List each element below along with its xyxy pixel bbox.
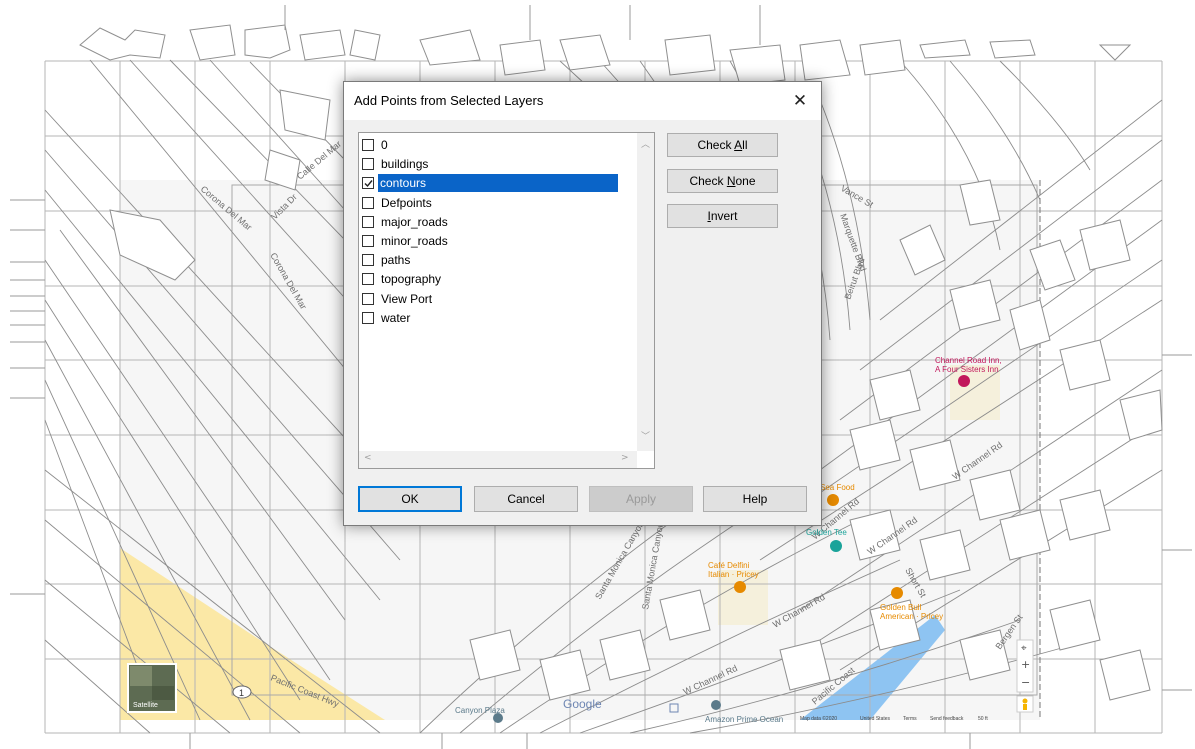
- map-zoom-controls[interactable]: ⌖ + −: [1016, 639, 1034, 713]
- add-points-dialog: Add Points from Selected Layers ✕ 0 build…: [343, 81, 822, 526]
- scroll-left-icon[interactable]: <: [364, 453, 372, 463]
- poi-name: Golden Bull: [880, 603, 922, 612]
- layer-name: buildings: [381, 157, 429, 172]
- pegman-icon[interactable]: [1022, 698, 1028, 704]
- dialog-title: Add Points from Selected Layers: [354, 93, 544, 108]
- layer-name: contours: [378, 174, 618, 193]
- svg-text:Send feedback: Send feedback: [930, 716, 964, 722]
- layer-name: Defpoints: [381, 195, 432, 210]
- svg-text:50 ft: 50 ft: [978, 716, 988, 722]
- layer-item[interactable]: paths: [362, 251, 632, 269]
- layer-checkbox[interactable]: [362, 235, 374, 247]
- layer-item[interactable]: buildings: [362, 155, 632, 173]
- layer-checkbox[interactable]: [362, 311, 374, 324]
- layer-checkbox[interactable]: [362, 158, 374, 171]
- check-none-button[interactable]: Check None: [667, 169, 778, 193]
- poi-name: Sea Food: [820, 483, 855, 492]
- poi-subtitle: American · Pricey: [880, 612, 943, 621]
- layer-item[interactable]: 0: [362, 136, 632, 154]
- restaurant-pin-icon: [734, 581, 746, 593]
- store-pin-icon: [830, 540, 842, 552]
- zoom-in-button[interactable]: +: [1021, 658, 1030, 671]
- layer-checkbox[interactable]: [362, 273, 374, 286]
- zoom-out-button[interactable]: −: [1021, 676, 1030, 689]
- layer-item[interactable]: water: [362, 309, 632, 327]
- place-pin-icon: [711, 700, 721, 710]
- layer-item[interactable]: minor_roads: [362, 232, 632, 250]
- poi-subtitle: Italian · Pricey: [708, 570, 759, 579]
- route-1-shield: 1: [232, 685, 252, 699]
- bed-pin-icon: [958, 375, 970, 387]
- poi-name: Amazon Prime Ocean: [705, 715, 783, 724]
- compass-icon: ⌖: [1021, 643, 1027, 654]
- restaurant-pin-icon: [827, 494, 839, 506]
- street-label: Calle Del Mar: [295, 139, 343, 182]
- satellite-label: Satellite: [133, 702, 158, 709]
- layer-item[interactable]: topography: [362, 270, 632, 288]
- google-logo: Google: [563, 697, 602, 711]
- vertical-scrollbar[interactable]: ︿ ﹀: [637, 133, 654, 451]
- restaurant-pin-icon: [891, 587, 903, 599]
- check-all-button[interactable]: Check All: [667, 133, 778, 157]
- layer-name: major_roads: [381, 214, 448, 229]
- svg-text:Map data ©2020: Map data ©2020: [800, 715, 837, 722]
- poi-subtitle: A Four Sisters Inn: [935, 365, 999, 374]
- svg-text:United States: United States: [860, 716, 891, 722]
- invert-button[interactable]: Invert: [667, 204, 778, 228]
- layer-name: paths: [381, 253, 411, 268]
- layer-item[interactable]: View Port: [362, 290, 632, 308]
- scroll-right-icon[interactable]: >: [621, 453, 629, 463]
- poi-canyon-plaza[interactable]: Canyon Plaza: [455, 706, 505, 723]
- layer-checkbox[interactable]: [362, 139, 374, 151]
- svg-text:Terms: Terms: [903, 716, 917, 722]
- help-button[interactable]: Help: [703, 486, 807, 512]
- svg-text:1: 1: [239, 688, 244, 698]
- layer-item[interactable]: contours: [362, 174, 632, 193]
- close-icon[interactable]: ✕: [785, 87, 815, 115]
- layer-name: minor_roads: [381, 234, 448, 248]
- layer-item[interactable]: major_roads: [362, 213, 632, 231]
- cancel-button[interactable]: Cancel: [474, 486, 578, 512]
- horizontal-scrollbar[interactable]: < >: [359, 451, 637, 468]
- dialog-titlebar: Add Points from Selected Layers ✕: [344, 82, 821, 120]
- ok-button[interactable]: OK: [358, 486, 462, 512]
- layer-checkbox[interactable]: [362, 215, 374, 228]
- checkmark-icon: [364, 180, 373, 188]
- poi-name: Channel Road Inn,: [935, 356, 1002, 365]
- scroll-down-icon[interactable]: ﹀: [641, 429, 650, 442]
- layer-name: View Port: [381, 291, 433, 306]
- layer-item[interactable]: Defpoints: [362, 194, 632, 212]
- layer-name: 0: [381, 138, 388, 152]
- satellite-toggle[interactable]: Satellite: [127, 663, 177, 713]
- layer-name: water: [381, 310, 411, 325]
- poi-name: Canyon Plaza: [455, 706, 505, 715]
- poi-name: Golden Tee: [806, 528, 847, 537]
- poi-name: Café Delfini: [708, 561, 750, 570]
- layer-checkbox[interactable]: [362, 196, 374, 209]
- scroll-up-icon[interactable]: ︿: [641, 137, 650, 150]
- layer-checkbox[interactable]: [362, 177, 374, 190]
- layer-name: topography: [381, 272, 442, 287]
- layer-listbox[interactable]: 0 buildings contours Defpoints major_roadsmi…: [358, 132, 655, 469]
- apply-button[interactable]: Apply: [589, 486, 693, 512]
- layer-checkbox[interactable]: [362, 254, 374, 267]
- layer-checkbox[interactable]: [362, 292, 374, 305]
